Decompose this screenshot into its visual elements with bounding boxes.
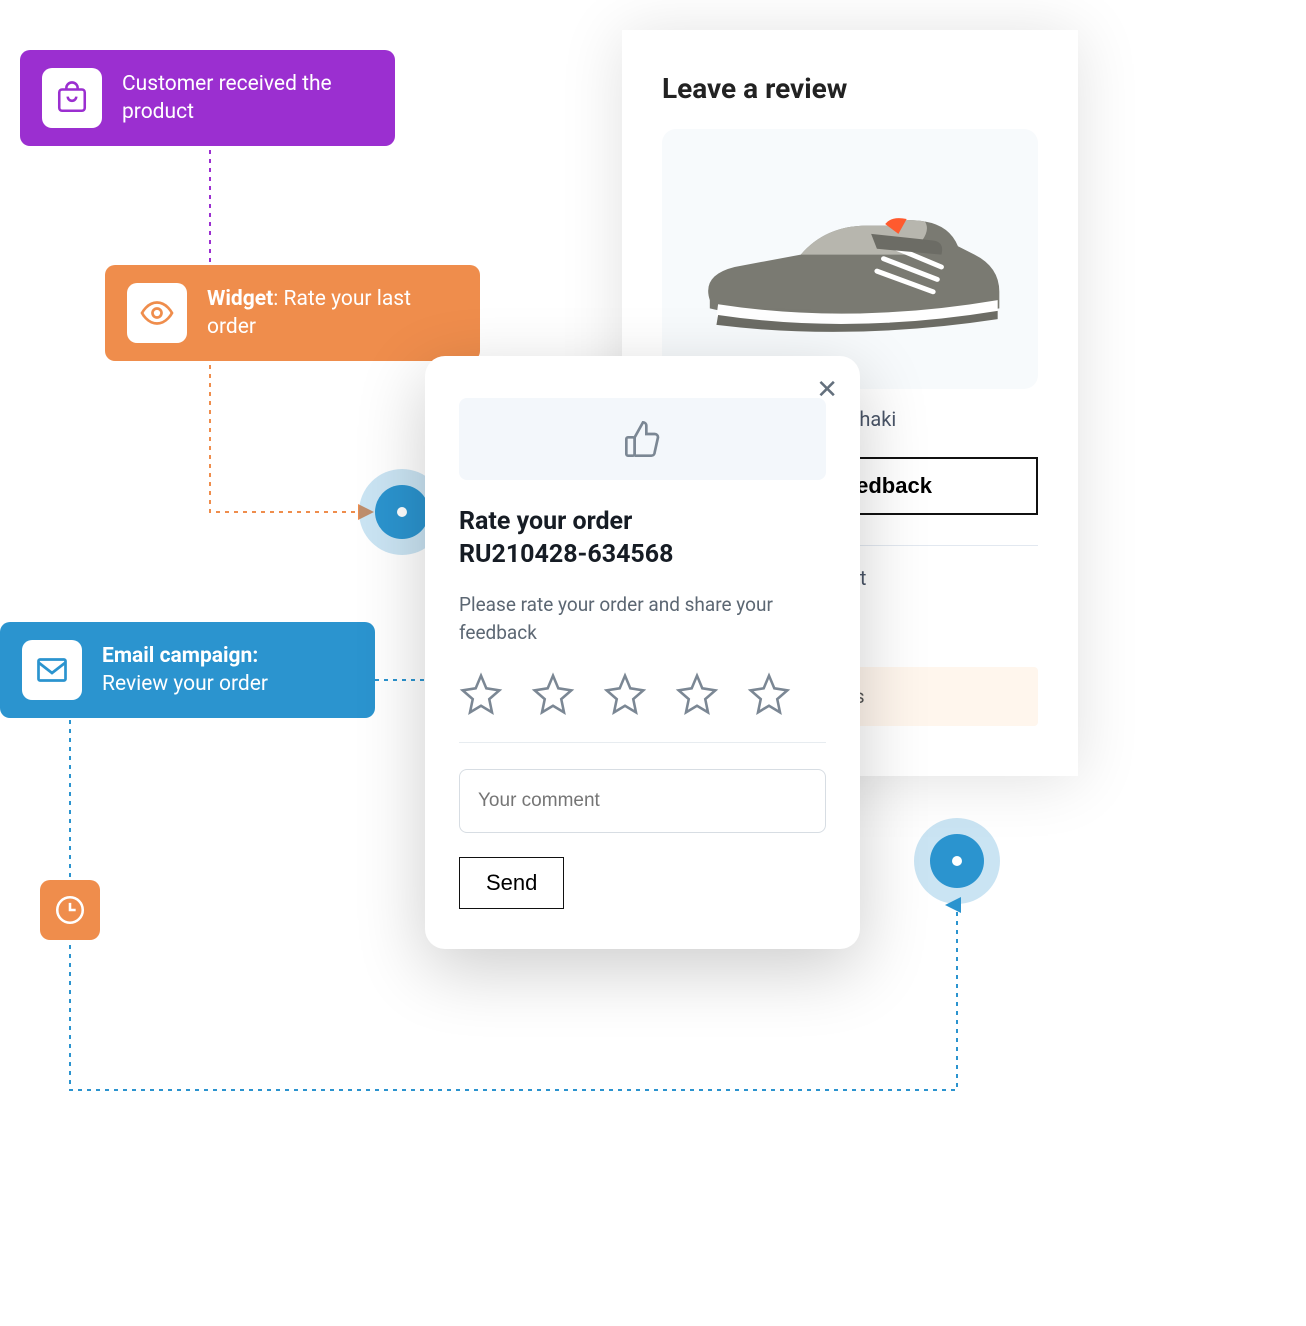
flow-step-label: Email campaign: Review your order (102, 642, 268, 699)
star-rating (459, 672, 826, 716)
eye-icon (127, 283, 187, 343)
connector-node (375, 485, 429, 539)
rate-order-modal: ✕ Rate your order RU210428-634568 Please… (425, 356, 860, 949)
thumbs-up-icon (459, 398, 826, 480)
send-button[interactable]: Send (459, 857, 564, 909)
comment-input[interactable] (459, 769, 826, 833)
flow-step-widget: Widget: Rate your last order (105, 265, 480, 361)
star-icon[interactable] (603, 672, 647, 716)
review-title: Leave a review (662, 72, 1038, 105)
product-image (662, 129, 1038, 389)
divider (459, 742, 826, 743)
flow-step-label: Customer received the product (122, 70, 373, 127)
modal-subtitle: Please rate your order and share your fe… (459, 591, 826, 646)
clock-icon (40, 880, 100, 940)
flow-step-email: Email campaign: Review your order (0, 622, 375, 718)
shopping-bag-icon (42, 68, 102, 128)
flow-step-received: Customer received the product (20, 50, 395, 146)
flow-step-label: Widget: Rate your last order (207, 285, 458, 342)
mail-icon (22, 640, 82, 700)
star-icon[interactable] (531, 672, 575, 716)
connector-node (930, 834, 984, 888)
star-icon[interactable] (459, 672, 503, 716)
star-icon[interactable] (747, 672, 791, 716)
close-icon[interactable]: ✕ (816, 374, 838, 405)
star-icon[interactable] (675, 672, 719, 716)
modal-heading: Rate your order RU210428-634568 (459, 506, 826, 571)
